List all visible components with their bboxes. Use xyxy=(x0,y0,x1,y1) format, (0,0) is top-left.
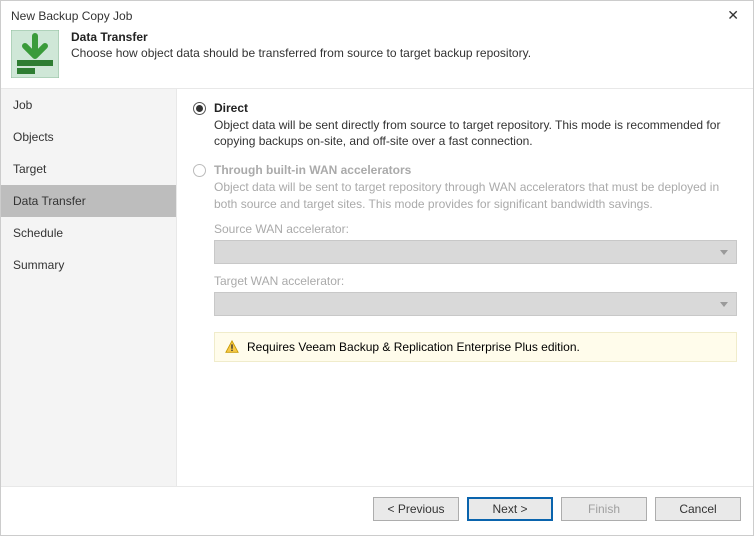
radio-direct-desc: Object data will be sent directly from s… xyxy=(214,117,737,149)
target-wan-label: Target WAN accelerator: xyxy=(214,274,737,288)
wizard-content: Direct Object data will be sent directly… xyxy=(177,89,753,486)
sidebar-item-schedule[interactable]: Schedule xyxy=(1,217,176,249)
radio-wan xyxy=(193,164,206,177)
header-title: Data Transfer xyxy=(71,30,531,44)
wizard-header: Data Transfer Choose how object data sho… xyxy=(1,28,753,88)
sidebar-item-summary[interactable]: Summary xyxy=(1,249,176,281)
sidebar-item-target[interactable]: Target xyxy=(1,153,176,185)
sidebar-item-objects[interactable]: Objects xyxy=(1,121,176,153)
source-wan-dropdown xyxy=(214,240,737,264)
titlebar: New Backup Copy Job ✕ xyxy=(1,1,753,28)
radio-wan-label: Through built-in WAN accelerators xyxy=(214,163,737,177)
wizard-sidebar: Job Objects Target Data Transfer Schedul… xyxy=(1,89,177,486)
previous-button[interactable]: < Previous xyxy=(373,497,459,521)
warning-icon xyxy=(225,340,239,354)
header-subtitle: Choose how object data should be transfe… xyxy=(71,46,531,60)
source-wan-label: Source WAN accelerator: xyxy=(214,222,737,236)
finish-button: Finish xyxy=(561,497,647,521)
cancel-button[interactable]: Cancel xyxy=(655,497,741,521)
window-title: New Backup Copy Job xyxy=(11,9,132,23)
data-transfer-icon xyxy=(11,30,59,78)
license-warning-banner: Requires Veeam Backup & Replication Ente… xyxy=(214,332,737,362)
radio-wan-desc: Object data will be sent to target repos… xyxy=(214,179,737,211)
close-icon[interactable]: ✕ xyxy=(723,7,743,24)
target-wan-dropdown xyxy=(214,292,737,316)
radio-direct-label: Direct xyxy=(214,101,737,115)
radio-option-wan: Through built-in WAN accelerators Object… xyxy=(193,163,737,211)
next-button[interactable]: Next > xyxy=(467,497,553,521)
radio-option-direct[interactable]: Direct Object data will be sent directly… xyxy=(193,101,737,149)
wizard-footer: < Previous Next > Finish Cancel xyxy=(1,486,753,535)
sidebar-item-job[interactable]: Job xyxy=(1,89,176,121)
banner-text: Requires Veeam Backup & Replication Ente… xyxy=(247,340,580,354)
radio-direct[interactable] xyxy=(193,102,206,115)
sidebar-item-data-transfer[interactable]: Data Transfer xyxy=(1,185,176,217)
